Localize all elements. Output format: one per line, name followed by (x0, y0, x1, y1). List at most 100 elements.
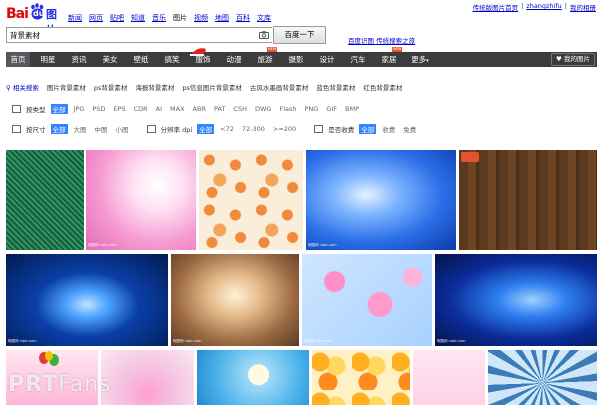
my-pictures-label: 我的图片 (563, 55, 590, 63)
username-link[interactable]: zhangzhifu (526, 2, 562, 12)
classic-home-link[interactable]: 传统版图片首页 (473, 2, 519, 12)
channel-photography[interactable]: 摄影 (284, 52, 308, 67)
top-nav-music[interactable]: 音乐 (152, 13, 166, 23)
image-tile[interactable] (413, 350, 485, 405)
dpi-option[interactable]: 全部 (197, 123, 215, 134)
format-option[interactable]: PAT (214, 105, 225, 113)
related-item[interactable]: 海报背景素材 (135, 82, 174, 92)
format-option[interactable]: Flash (279, 105, 296, 113)
tile-watermark: 昵图网 nipic.com (437, 339, 466, 343)
top-nav: 新闻 网页 贴吧 知道 音乐 图片 视频 地图 百科 文库 (68, 13, 271, 23)
size-option[interactable]: 中图 (95, 124, 108, 134)
tile-watermark: 昵图网 nipic.com (8, 339, 37, 343)
top-nav-map[interactable]: 地图 (215, 13, 229, 23)
search-input[interactable] (7, 28, 272, 42)
top-nav-video[interactable]: 视频 (194, 13, 208, 23)
format-option[interactable]: CSH (233, 105, 247, 113)
format-option[interactable]: 全部 (50, 103, 68, 114)
size-option[interactable]: 小图 (116, 124, 129, 134)
image-tile[interactable]: 昵图网 nipic.com (86, 150, 196, 250)
related-item[interactable]: 古风水墨画背景素材 (250, 82, 309, 92)
channel-anime[interactable]: 动漫 (222, 52, 246, 67)
size-filter: 按尺寸 全部 大图 中图 小图 分辨率 dpi 全部 <72 72-300 >=… (12, 123, 424, 134)
image-tile[interactable] (197, 350, 309, 405)
channel-travel[interactable]: 旅游 NEW (253, 47, 278, 67)
related-item[interactable]: ps信息图片背景素材 (182, 82, 242, 92)
image-tile[interactable]: 昵图网 nipic.com (435, 254, 597, 346)
channel-fashion[interactable]: 服饰 (191, 52, 215, 67)
camera-icon[interactable] (259, 31, 269, 39)
top-nav-images: 图片 (173, 14, 187, 22)
channel-design[interactable]: 设计 (315, 52, 339, 67)
format-filter: 按类型 全部 JPG PSD EPS CDR AI MAX ABR PAT CS… (12, 103, 367, 114)
charge-option[interactable]: 免费 (403, 124, 416, 134)
charge-option[interactable]: 收费 (382, 124, 395, 134)
related-item[interactable]: ps背景素材 (94, 82, 128, 92)
channel-stars[interactable]: 明星 (36, 52, 60, 67)
dpi-option[interactable]: >=200 (273, 125, 296, 133)
size-option[interactable]: 全部 (50, 123, 68, 134)
format-filter-label: 按类型 (26, 105, 46, 114)
search-box (6, 27, 272, 43)
image-tile[interactable] (6, 150, 84, 250)
top-nav-baike[interactable]: 百科 (236, 13, 250, 23)
related-item[interactable]: 蓝色背景素材 (316, 82, 355, 92)
baidu-logo[interactable]: Bai du 图片 (6, 3, 66, 37)
format-option[interactable]: AI (156, 105, 162, 113)
image-tile[interactable] (199, 150, 303, 250)
top-nav-web[interactable]: 网页 (89, 13, 103, 23)
format-option[interactable]: PNG (305, 105, 319, 113)
channel-beauty[interactable]: 美女 (98, 52, 122, 67)
top-nav-wenku[interactable]: 文库 (257, 13, 271, 23)
channel-wallpaper[interactable]: 壁纸 (129, 52, 153, 67)
format-option[interactable]: MAX (170, 105, 185, 113)
image-tile[interactable] (101, 350, 194, 405)
search-icon: ⚲ (6, 84, 11, 92)
separator: | (564, 2, 567, 10)
image-tile[interactable]: 昵图网 nipic.com (171, 254, 299, 346)
channel-cars[interactable]: 汽车 (346, 52, 370, 67)
my-pictures-button[interactable]: ♥ 我的图片 (551, 53, 595, 66)
tile-watermark: 昵图网 nipic.com (88, 243, 117, 247)
format-option[interactable]: PSD (92, 105, 105, 113)
tile-watermark: 昵图网 nipic.com (308, 243, 337, 247)
channel-more-label: 更多 (411, 55, 427, 64)
channel-travel-label: 旅游 (257, 55, 273, 64)
image-tile[interactable] (488, 350, 597, 405)
image-tile[interactable]: 昵图网 nipic.com (306, 150, 456, 250)
dpi-option[interactable]: 72-300 (242, 125, 265, 133)
top-nav-zhidao[interactable]: 知道 (131, 13, 145, 23)
image-tile[interactable] (459, 150, 597, 250)
size-filter-icon (12, 124, 21, 133)
format-option[interactable]: DWG (255, 105, 271, 113)
channel-funny[interactable]: 搞笑 (160, 52, 184, 67)
badge-icon (461, 152, 479, 162)
channel-home[interactable]: 首页 (6, 52, 30, 67)
image-recognition-link[interactable]: 百度识图 传统搜索之旅 (348, 35, 415, 45)
dpi-filter-icon (146, 124, 156, 133)
size-option[interactable]: 大图 (74, 124, 87, 134)
channel-more[interactable]: 更多▾ (406, 52, 434, 67)
format-option[interactable]: BMP (345, 105, 359, 113)
image-tile[interactable]: 昵图网 nipic.com (302, 254, 432, 346)
charge-filter-icon (314, 124, 324, 133)
dpi-option[interactable]: <72 (220, 125, 234, 133)
format-option[interactable]: JPG (74, 105, 85, 113)
top-nav-news[interactable]: 新闻 (68, 13, 82, 23)
channel-news[interactable]: 资讯 (67, 52, 91, 67)
format-option[interactable]: CDR (134, 105, 148, 113)
charge-option[interactable]: 全部 (359, 123, 377, 134)
format-option[interactable]: EPS (113, 105, 125, 113)
format-option[interactable]: ABR (193, 105, 206, 113)
channel-home-decor[interactable]: 家居 NEW (377, 47, 403, 67)
tile-watermark: 昵图网 nipic.com (304, 339, 333, 343)
image-tile[interactable]: 昵图网 nipic.com (6, 254, 168, 346)
format-option[interactable]: GIF (326, 105, 337, 113)
my-album-link[interactable]: 我的相册 (570, 2, 596, 12)
search-button[interactable]: 百度一下 (273, 26, 326, 44)
related-item[interactable]: 图片背景素材 (47, 82, 86, 92)
top-nav-tieba[interactable]: 贴吧 (110, 13, 124, 23)
image-tile[interactable] (312, 350, 410, 405)
related-item[interactable]: 红色背景素材 (363, 82, 402, 92)
size-filter-label: 按尺寸 (26, 125, 46, 134)
